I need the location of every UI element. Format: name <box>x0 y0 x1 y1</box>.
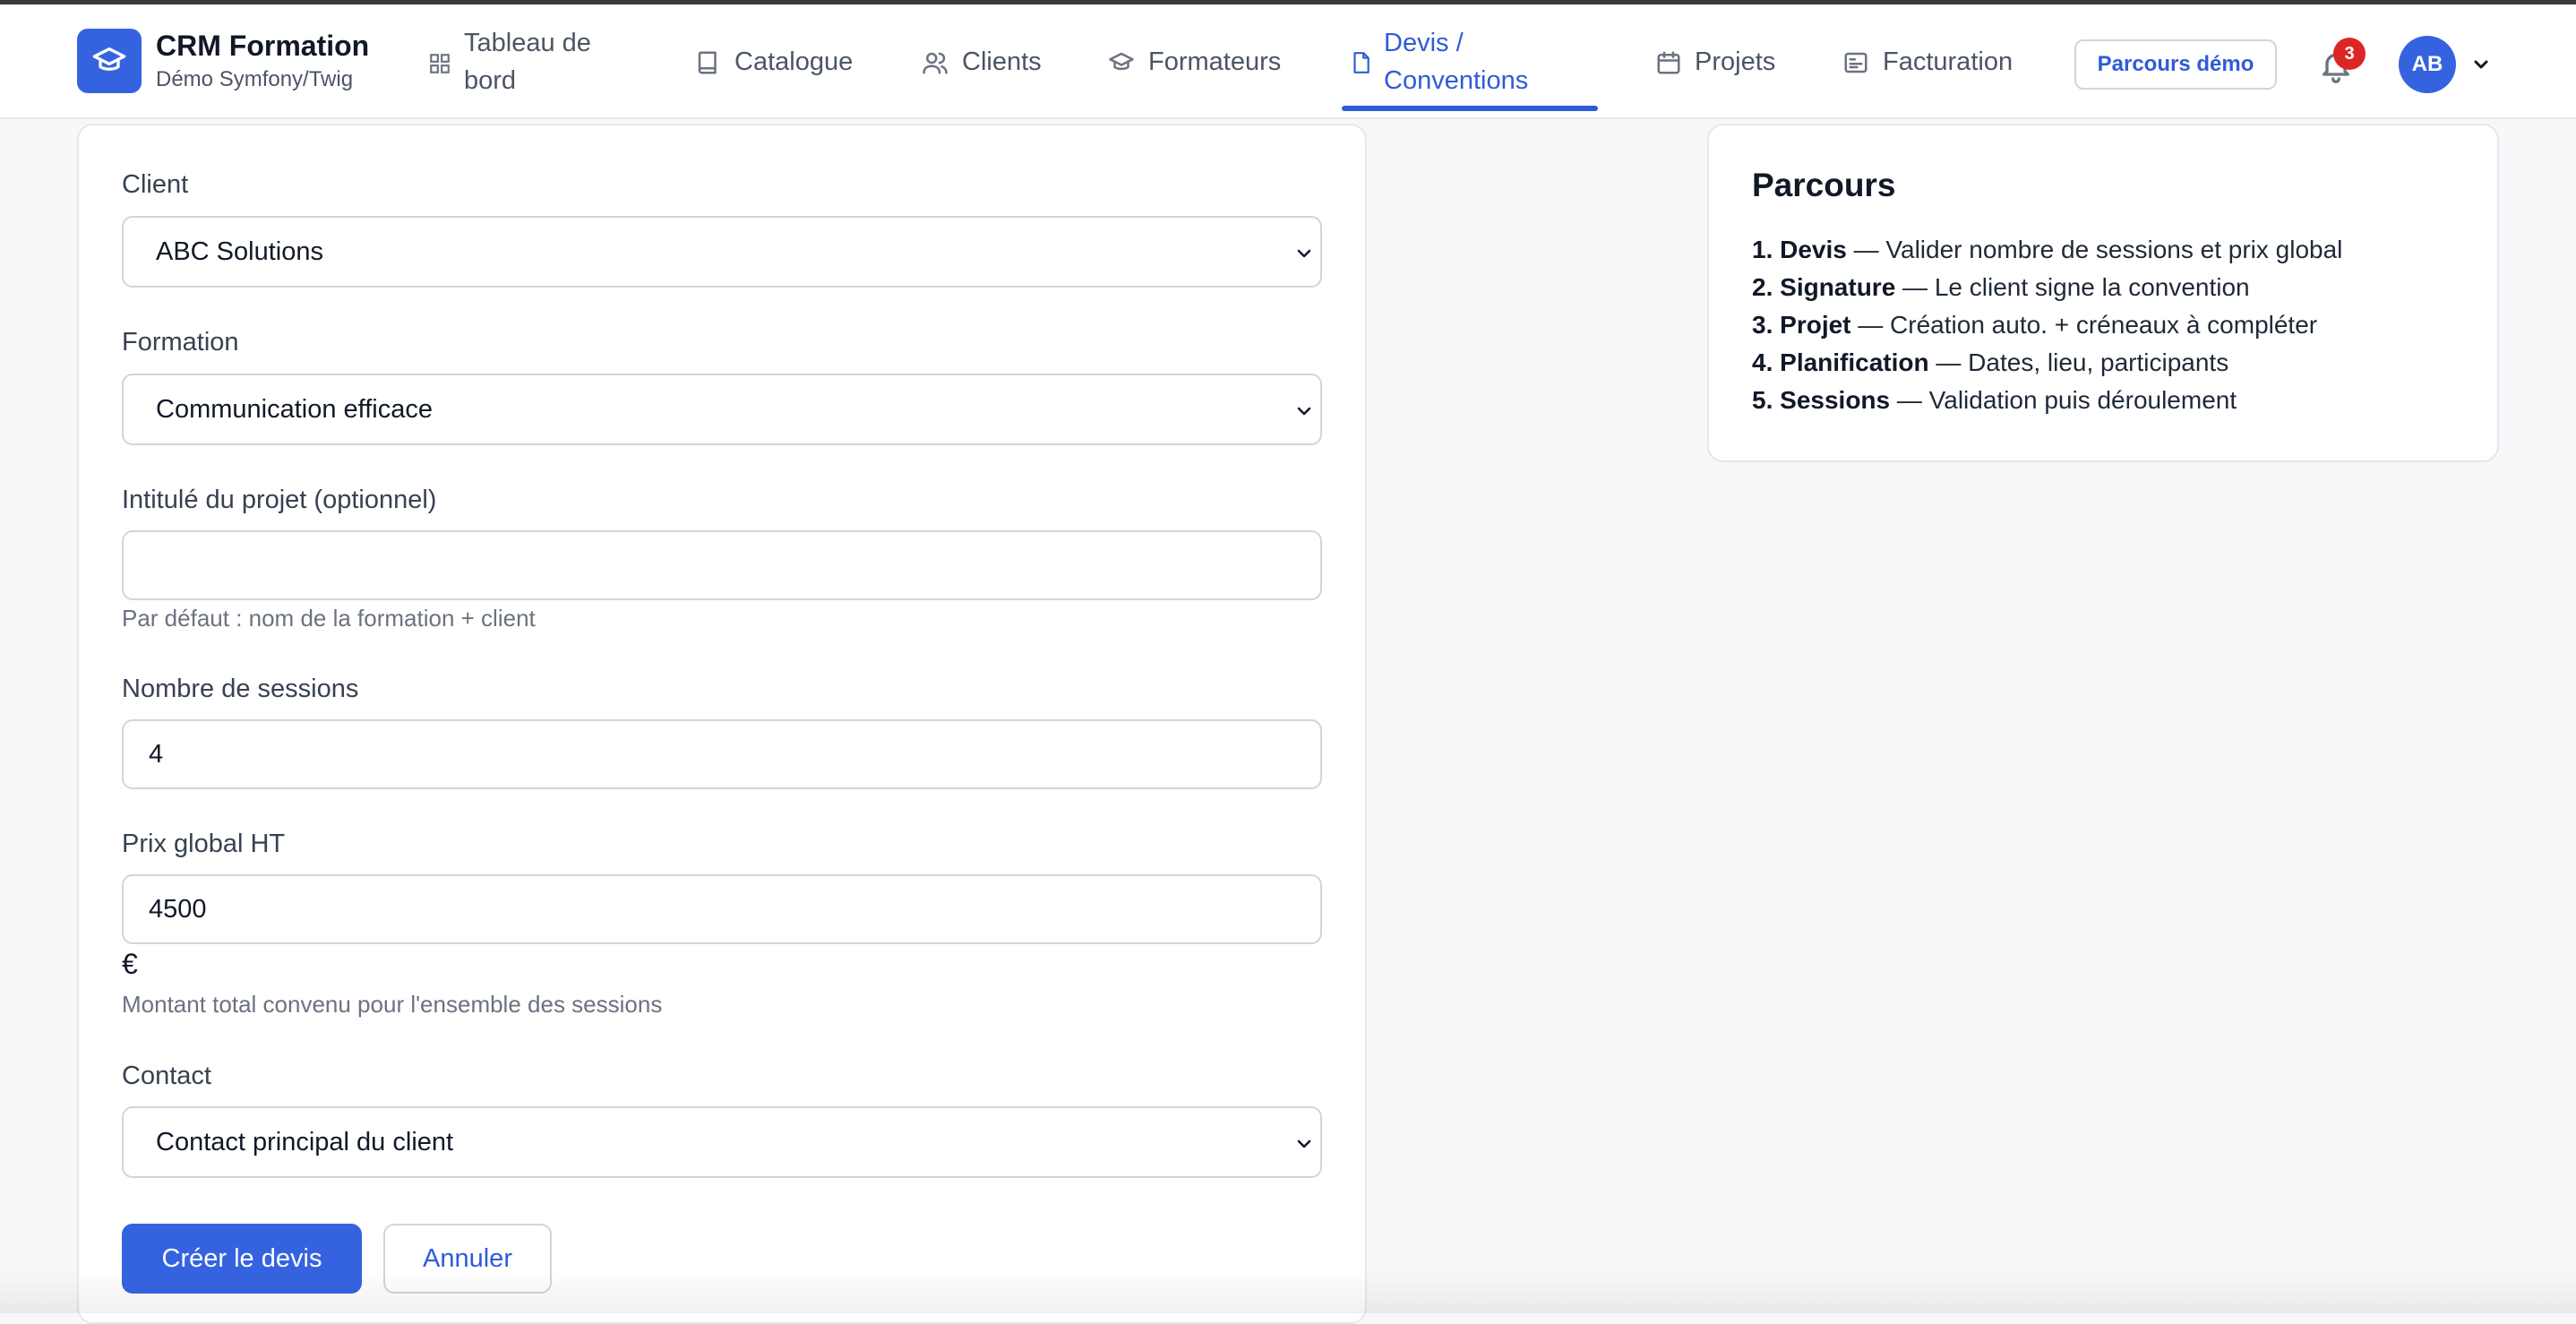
parcours-card: Parcours 1. Devis — Valider nombre de se… <box>1707 124 2499 462</box>
graduation-cap-icon <box>92 47 126 71</box>
chevron-down-icon <box>1297 407 1311 416</box>
nav-item-clients[interactable]: Clients <box>921 47 1042 77</box>
step-number: 5. <box>1752 386 1773 414</box>
calendar-icon <box>1657 51 1680 73</box>
contact-label: Contact <box>122 1062 211 1090</box>
graduation-cap-icon <box>1109 52 1134 70</box>
step-number: 4. <box>1752 348 1773 376</box>
sessions-label: Nombre de sessions <box>122 675 359 703</box>
nav-label-facturation: Facturation <box>1883 47 2014 76</box>
project-title-help: Par défaut : nom de la formation + clien… <box>122 605 536 632</box>
nav-label-formateurs: Formateurs <box>1148 47 1282 76</box>
project-title-input[interactable] <box>122 530 1322 600</box>
nav-label-clients: Clients <box>962 47 1042 76</box>
invoice-icon <box>1844 52 1868 73</box>
nav-label-dashboard-line1: Tableau de <box>464 29 591 57</box>
step-name: Projet <box>1780 311 1851 339</box>
price-input[interactable]: 4500 <box>122 874 1322 944</box>
client-select[interactable]: ABC Solutions <box>122 216 1322 288</box>
client-label: Client <box>122 170 189 199</box>
active-tab-indicator <box>1342 106 1598 111</box>
formation-select-value: Communication efficace <box>156 394 433 424</box>
parcours-steps-list: 1. Devis — Valider nombre de sessions et… <box>1752 231 2342 419</box>
step-name: Devis <box>1780 236 1847 263</box>
top-navbar: CRM Formation Démo Symfony/Twig Tableau … <box>0 4 2576 119</box>
nav-label-dashboard-line2: bord <box>464 66 517 95</box>
step-description: — Le client signe la convention <box>1895 273 2250 301</box>
parcours-step: 5. Sessions — Validation puis déroulemen… <box>1752 382 2342 419</box>
grid-icon <box>430 54 450 73</box>
step-number: 3. <box>1752 311 1773 339</box>
formation-label: Formation <box>122 328 239 357</box>
nav-label-projets: Projets <box>1695 47 1776 76</box>
price-value: 4500 <box>149 894 207 924</box>
parcours-step: 3. Projet — Création auto. + créneaux à … <box>1752 306 2342 344</box>
demo-tour-button[interactable]: Parcours démo <box>2074 39 2277 90</box>
sessions-value: 4 <box>149 739 164 769</box>
nav-label-devis-line1: Devis / <box>1384 29 1464 57</box>
step-description: — Valider nombre de sessions et prix glo… <box>1846 236 2343 263</box>
step-description: — Validation puis déroulement <box>1890 386 2237 414</box>
contact-select[interactable]: Contact principal du client <box>122 1106 1322 1178</box>
chevron-down-icon <box>1297 249 1311 258</box>
nav-item-catalogue[interactable]: Catalogue <box>695 47 853 77</box>
nav-label-devis-line2: Conventions <box>1384 66 1529 95</box>
brand-logo[interactable] <box>77 29 142 93</box>
document-icon <box>1353 52 1370 73</box>
price-label: Prix global HT <box>122 830 286 858</box>
contact-select-value: Contact principal du client <box>156 1127 454 1156</box>
create-quote-button[interactable]: Créer le devis <box>122 1224 362 1294</box>
formation-select[interactable]: Communication efficace <box>122 374 1322 445</box>
nav-item-formateurs[interactable]: Formateurs <box>1107 47 1281 77</box>
chevron-down-icon[interactable] <box>2470 54 2492 75</box>
book-icon <box>698 51 717 73</box>
client-select-value: ABC Solutions <box>156 236 323 266</box>
parcours-step: 2. Signature — Le client signe la conven… <box>1752 269 2342 306</box>
price-help: Montant total convenu pour l'ensemble de… <box>122 991 663 1018</box>
notification-count-badge: 3 <box>2333 38 2366 70</box>
chevron-down-icon <box>1297 1139 1311 1148</box>
brand-title[interactable]: CRM Formation <box>156 30 369 63</box>
parcours-step: 1. Devis — Valider nombre de sessions et… <box>1752 231 2342 269</box>
step-number: 2. <box>1752 273 1773 301</box>
step-description: — Dates, lieu, participants <box>1928 348 2229 376</box>
currency-symbol: € <box>122 948 138 980</box>
parcours-step: 4. Planification — Dates, lieu, particip… <box>1752 344 2342 382</box>
nav-item-facturation[interactable]: Facturation <box>1842 47 2013 77</box>
step-name: Sessions <box>1780 386 1891 414</box>
step-description: — Création auto. + créneaux à compléter <box>1850 311 2318 339</box>
sessions-input[interactable]: 4 <box>122 719 1322 789</box>
nav-item-projets[interactable]: Projets <box>1655 47 1775 77</box>
cancel-button[interactable]: Annuler <box>383 1224 552 1294</box>
step-name: Signature <box>1780 273 1896 301</box>
brand-subtitle: Démo Symfony/Twig <box>156 67 354 91</box>
users-icon <box>923 52 948 73</box>
project-title-label: Intitulé du projet (optionnel) <box>122 486 437 514</box>
step-name: Planification <box>1780 348 1929 376</box>
nav-label-catalogue: Catalogue <box>734 47 854 76</box>
user-avatar[interactable]: AB <box>2399 36 2456 93</box>
parcours-title: Parcours <box>1752 167 1896 203</box>
step-number: 1. <box>1752 236 1773 263</box>
